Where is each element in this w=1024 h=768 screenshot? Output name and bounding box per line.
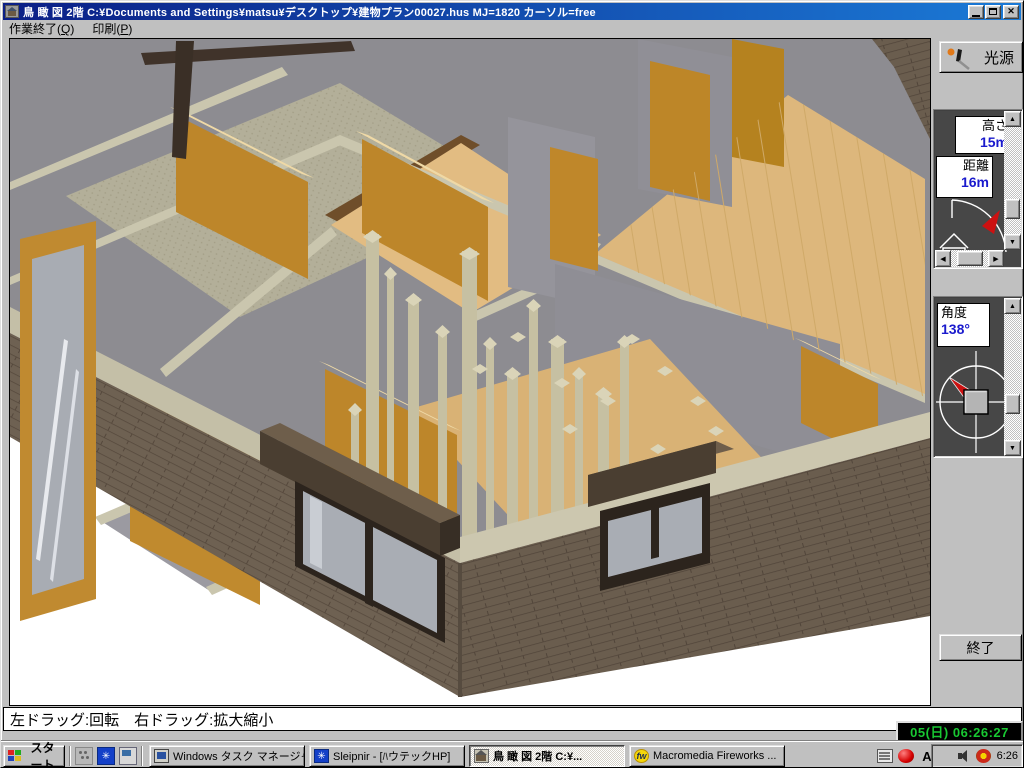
speaker-icon[interactable] — [957, 749, 972, 763]
light-source-button[interactable]: 光源 — [939, 41, 1023, 73]
task-button-task-manager[interactable]: Windows タスク マネージャ — [149, 745, 305, 767]
stud-column — [486, 341, 494, 559]
clock-overlay: 05(日) 06:26:27 — [896, 721, 1023, 742]
angle-scroll-up[interactable]: ▲ — [1004, 298, 1021, 314]
antivirus-tray-icon[interactable] — [976, 749, 991, 763]
3d-viewport[interactable] — [9, 38, 931, 706]
height-scrollbar[interactable]: ▲ ▼ — [1004, 111, 1021, 250]
height-value: 15m — [959, 134, 1008, 151]
sleipnir-icon: ✳ — [314, 749, 329, 763]
height-scroll-down[interactable]: ▼ — [1004, 234, 1021, 250]
distance-readout: 距離 16m — [936, 156, 993, 198]
camera-direction-arrow — [982, 210, 1000, 234]
angle-value: 138° — [941, 321, 986, 338]
distance-scroll-thumb[interactable] — [957, 251, 983, 266]
orange-wall — [732, 39, 784, 167]
restore-button[interactable] — [985, 5, 1001, 19]
windows-logo-icon — [8, 750, 22, 762]
taskbar-separator — [69, 746, 71, 766]
angle-scrollbar[interactable]: ▲ ▼ — [1004, 298, 1021, 456]
distance-scrollbar[interactable]: ◀ ▶ — [935, 250, 1004, 267]
height-scroll-up[interactable]: ▲ — [1004, 111, 1021, 127]
title-bar[interactable]: 鳥 瞰 図 2階 C:¥Documents and Settings¥matsu… — [3, 3, 1021, 20]
keyboard-tray-icon[interactable] — [877, 749, 893, 763]
angle-readout: 角度 138° — [937, 303, 990, 347]
distance-scroll-left[interactable]: ◀ — [935, 250, 951, 267]
orange-door — [650, 61, 710, 201]
angle-panel: 角度 138° ▲ ▼ — [933, 296, 1023, 458]
orange-door — [550, 147, 598, 271]
sleipnir-quicklaunch-icon[interactable]: ✳ — [97, 747, 115, 765]
window-mullion — [365, 522, 373, 607]
distance-label: 距離 — [940, 158, 989, 174]
application-window: 鳥 瞰 図 2階 C:¥Documents and Settings¥matsu… — [0, 0, 1024, 768]
angle-scroll-down[interactable]: ▼ — [1004, 440, 1021, 456]
task-button-birdview-active[interactable]: 鳥 瞰 図 2階 C:¥... — [469, 745, 625, 767]
angle-label: 角度 — [941, 305, 986, 321]
menu-bar: 作業終了(Q) 印刷(P) — [3, 20, 1021, 37]
quick-launch-icon-1[interactable] — [75, 747, 93, 765]
status-bar: 左ドラッグ:回転 右ドラッグ:拡大縮小 — [3, 707, 1022, 731]
minimize-button[interactable] — [968, 5, 984, 19]
task-manager-icon — [154, 749, 169, 763]
stud-column — [462, 251, 477, 561]
taskbar-separator — [141, 746, 143, 766]
menu-item-quit[interactable]: 作業終了(Q) — [9, 20, 74, 37]
window-streak — [310, 496, 322, 569]
distance-value: 16m — [940, 174, 989, 191]
menu-item-print[interactable]: 印刷(P) — [92, 20, 132, 37]
fireworks-icon: fw — [634, 749, 649, 763]
exit-button[interactable]: 終了 — [939, 634, 1022, 661]
app-icon — [5, 5, 19, 18]
light-source-icon — [946, 46, 972, 70]
start-button[interactable]: スタート — [3, 745, 65, 767]
system-tray: 6:26 — [931, 744, 1023, 768]
red-ball-tray-icon[interactable] — [898, 749, 914, 763]
tray-clock[interactable]: 6:26 — [997, 750, 1018, 762]
task-button-sleipnir[interactable]: ✳ Sleipnir - [ﾊウテックHP] — [309, 745, 465, 767]
height-scroll-thumb[interactable] — [1005, 199, 1020, 219]
corner-edge — [458, 563, 462, 697]
task-button-fireworks[interactable]: fw Macromedia Fireworks ... — [629, 745, 785, 767]
3d-viewport-scene[interactable] — [10, 39, 930, 705]
angle-scroll-thumb[interactable] — [1005, 394, 1020, 414]
close-icon[interactable]: ✕ — [1003, 5, 1019, 19]
height-label: 高さ — [959, 118, 1008, 134]
birdview-app-icon — [474, 749, 489, 763]
window-mullion — [651, 505, 659, 559]
show-desktop-icon[interactable] — [119, 747, 137, 765]
status-text: 左ドラッグ:回転 右ドラッグ:拡大縮小 — [10, 709, 273, 730]
compass-center-handle — [964, 390, 988, 414]
distance-scroll-right[interactable]: ▶ — [988, 250, 1004, 267]
taskbar: スタート ✳ Windows タスク マネージャ ✳ Sleipnir - [ﾊ… — [1, 741, 1024, 768]
height-distance-panel: 高さ 15m 距離 16m ▲ ▼ ◀ ▶ — [933, 109, 1023, 269]
window-title: 鳥 瞰 図 2階 C:¥Documents and Settings¥matsu… — [23, 4, 596, 20]
